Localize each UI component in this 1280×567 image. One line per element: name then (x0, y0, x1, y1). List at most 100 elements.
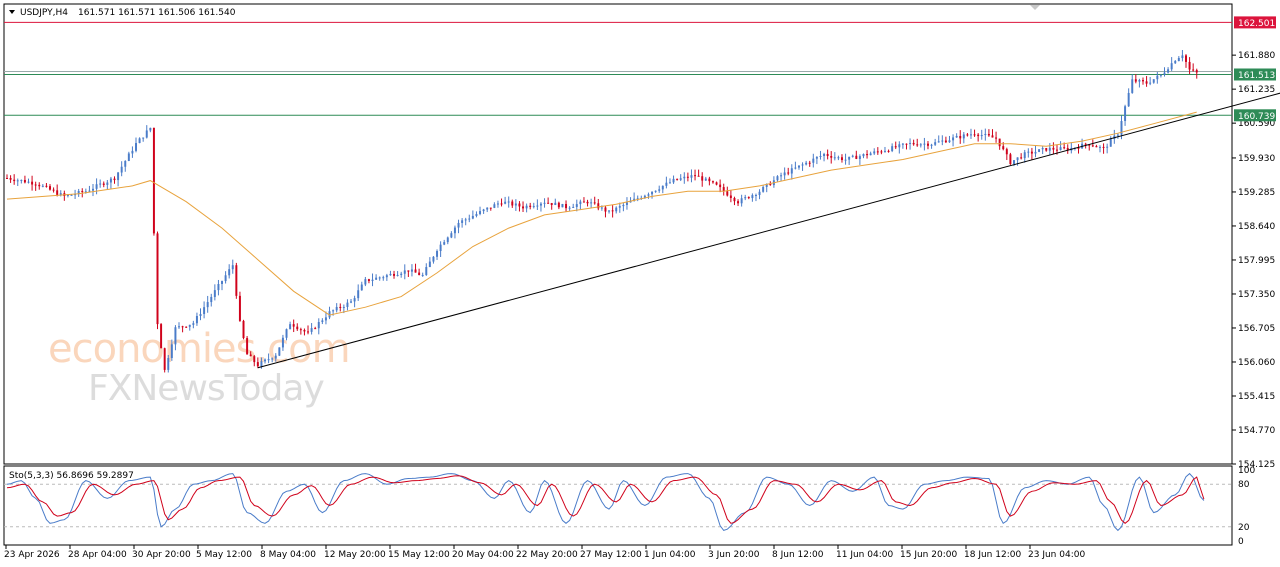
candle-body (339, 306, 342, 308)
candle-body (977, 134, 980, 137)
candle-body (1163, 72, 1166, 75)
y-tick-label: 159.285 (1238, 188, 1275, 198)
watermark-fxnewstoday: FXNewsToday (88, 368, 324, 409)
candle-body (185, 326, 188, 328)
candle-body (719, 184, 722, 188)
candle-body (762, 186, 765, 192)
x-tick-label: 15 Jun 20:00 (900, 550, 957, 560)
candle-body (737, 201, 740, 204)
candle-body (873, 151, 876, 154)
candle-body (615, 207, 618, 212)
candle-body (608, 210, 611, 212)
candle-body (851, 155, 854, 157)
candle-body (690, 175, 693, 178)
candle-body (1034, 151, 1037, 154)
candle-body (654, 190, 657, 192)
candle-body (453, 227, 456, 234)
main-chart-panel[interactable] (3, 3, 1233, 546)
candle-body (493, 204, 496, 208)
price-chart[interactable]: economies.com FXNewsToday 161.880 161.235… (0, 0, 1280, 567)
candle-body (726, 191, 729, 196)
candle-body (468, 218, 471, 220)
candle-body (1142, 80, 1144, 82)
candle-body (909, 142, 912, 144)
price-tag-label: 160.739 (1238, 112, 1275, 122)
x-tick-label: 12 May 20:00 (324, 550, 386, 560)
candle-body (747, 197, 750, 199)
candle-body (1152, 79, 1155, 83)
candle-body (256, 362, 259, 367)
candle-body (1020, 157, 1023, 159)
candle-body (238, 295, 241, 321)
candle-body (418, 272, 421, 276)
candle-body (794, 167, 797, 169)
candle-body (1099, 146, 1101, 148)
candle-body (1045, 148, 1048, 151)
candle-body (758, 191, 761, 196)
candle-body (833, 157, 836, 159)
candle-body (625, 202, 628, 205)
candle-body (565, 203, 568, 209)
y-tick-label: 157.995 (1238, 256, 1275, 266)
candle-body (292, 324, 295, 327)
candle-body (367, 279, 370, 281)
candle-body (267, 359, 270, 361)
x-tick-label: 5 May 12:00 (196, 550, 252, 560)
candle-body (393, 273, 396, 276)
x-tick-label: 20 May 04:00 (452, 550, 514, 560)
candle-body (522, 206, 525, 209)
candle-body (31, 181, 34, 185)
watermark: economies.com FXNewsToday (48, 326, 351, 409)
candle-body (511, 201, 514, 206)
candle-body (905, 143, 908, 145)
candle-body (830, 156, 833, 158)
candle-body (81, 191, 84, 193)
candle-body (213, 290, 216, 297)
candle-body (550, 203, 553, 206)
candle-body (38, 184, 41, 187)
candle-body (1134, 79, 1137, 82)
candle-body (95, 184, 98, 189)
candle-body (199, 314, 202, 316)
candle-body (998, 138, 1001, 147)
candle-body (163, 348, 166, 370)
candle-body (808, 162, 811, 164)
candle-body (711, 181, 714, 183)
candle-body (228, 269, 231, 276)
candle-body (289, 324, 292, 330)
candle-body (600, 207, 603, 209)
candle-body (661, 185, 664, 190)
candle-body (1145, 81, 1148, 84)
x-tick-label: 15 May 12:00 (388, 550, 450, 560)
candle-body (113, 178, 116, 181)
candle-body (1048, 147, 1051, 151)
candle-body (572, 206, 575, 208)
candle-body (56, 190, 59, 195)
candle-body (436, 251, 439, 257)
x-tick-label: 27 May 12:00 (580, 550, 642, 560)
candle-body (815, 156, 818, 159)
candle-body (683, 176, 686, 179)
candle-body (324, 317, 327, 321)
x-tick-label: 22 May 20:00 (516, 550, 578, 560)
candle-body (930, 144, 933, 146)
candle-body (991, 135, 994, 138)
candle-body (704, 178, 707, 181)
candle-body (49, 186, 51, 190)
candle-body (9, 178, 12, 180)
candle-body (1131, 79, 1134, 93)
candle-body (1009, 154, 1012, 164)
y-tick-label: 161.235 (1238, 85, 1275, 95)
candle-body (1195, 70, 1198, 73)
y-tick-label: 156.705 (1238, 324, 1275, 334)
candle-body (274, 355, 277, 359)
candle-body (120, 166, 123, 173)
candle-body (167, 358, 170, 370)
candle-body (955, 135, 958, 138)
candle-body (350, 301, 353, 303)
candle-body (826, 153, 829, 157)
candle-body (1002, 146, 1005, 150)
candle-body (744, 197, 747, 199)
candle-body (264, 359, 267, 362)
candle-body (1170, 63, 1173, 70)
